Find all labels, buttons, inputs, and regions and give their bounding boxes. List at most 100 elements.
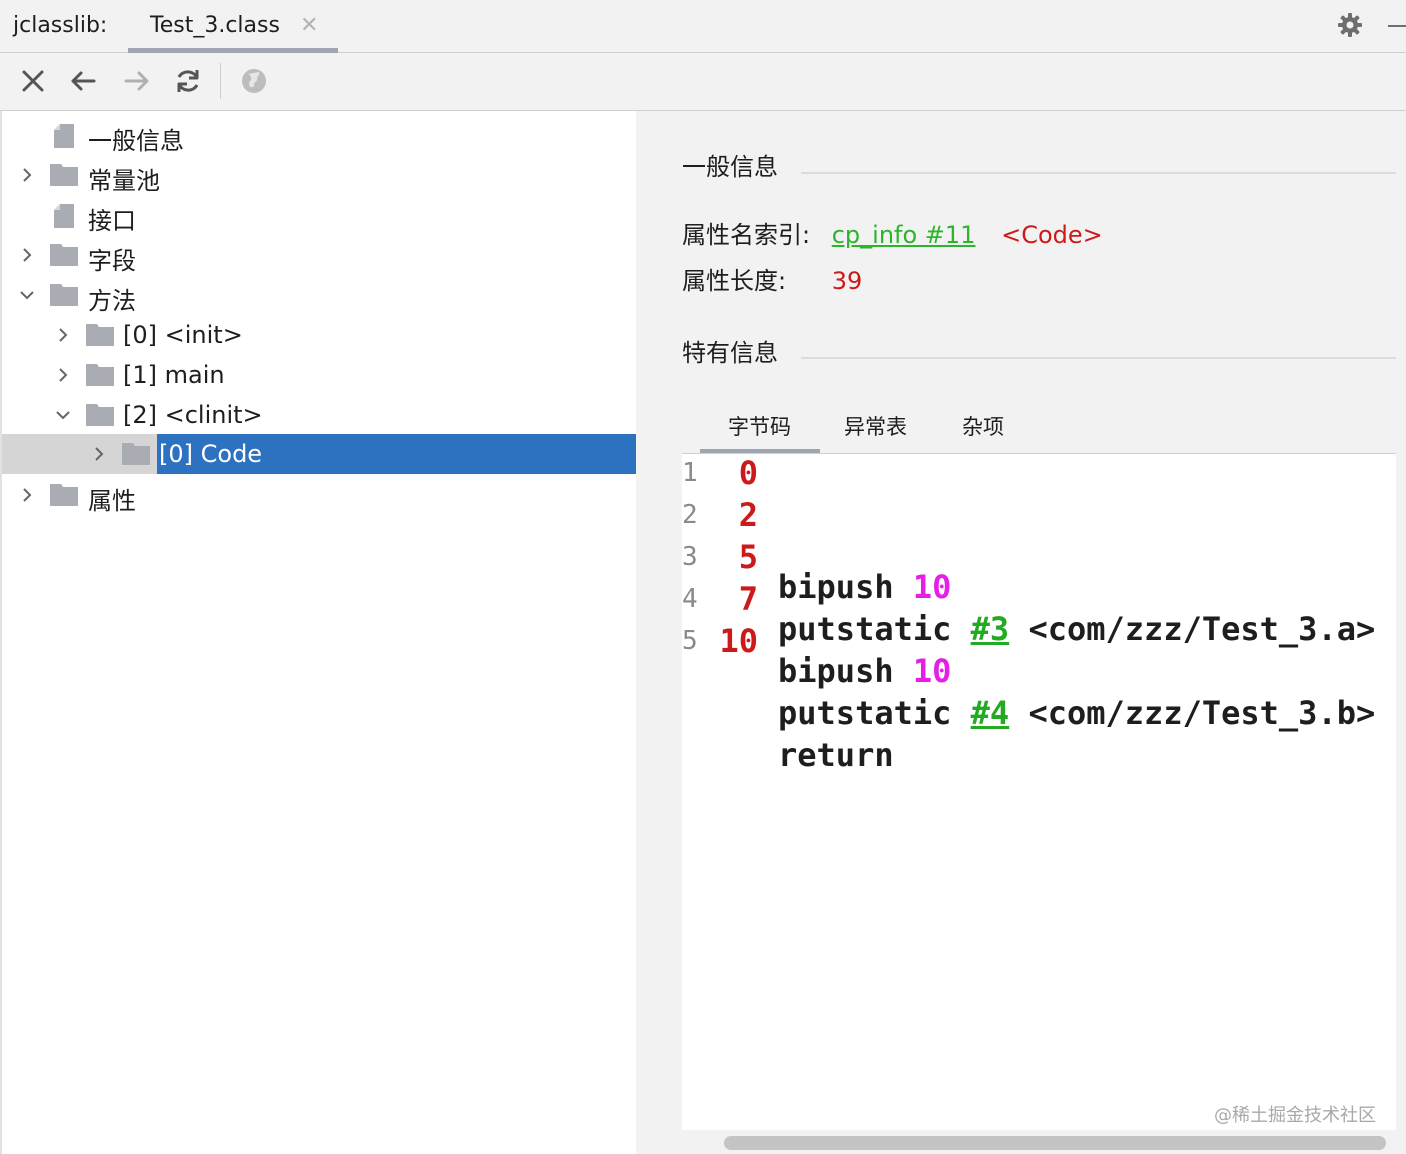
section-divider xyxy=(801,172,1396,174)
line-number: 1 xyxy=(682,458,698,488)
back-arrow-icon[interactable] xyxy=(68,66,98,96)
specific-info-title: 特有信息 xyxy=(682,339,778,367)
bytecode-instruction: return xyxy=(778,736,894,774)
selection-highlight: [0] Code xyxy=(157,434,638,474)
tree-item-label: 一般信息 xyxy=(88,127,184,155)
tree-item-label: [2] <clinit> xyxy=(123,401,263,429)
file-icon xyxy=(54,204,74,228)
offset-cell: 5 xyxy=(712,538,758,580)
bytecode-offset: 7 xyxy=(738,580,758,618)
chevron-right-icon[interactable] xyxy=(54,366,72,384)
tree-item-attributes[interactable]: 属性 xyxy=(2,475,638,515)
folder-icon xyxy=(50,164,78,186)
constant-pool-link[interactable]: #3 xyxy=(971,610,1010,648)
chevron-down-icon[interactable] xyxy=(54,406,72,424)
attr-length-value: 39 xyxy=(831,267,863,295)
tree-item-method-init[interactable]: [0] <init> xyxy=(2,315,638,355)
line-number: 4 xyxy=(682,584,698,614)
operand: 10 xyxy=(912,652,952,690)
bytecode-offset: 10 xyxy=(719,622,758,660)
bytecode-instruction: bipush 10 xyxy=(778,568,951,606)
attr-length-label: 属性长度: xyxy=(682,267,787,295)
toolbar-separator xyxy=(220,63,221,99)
gear-icon[interactable] xyxy=(1336,11,1364,39)
watermark: @稀土掘金技术社区 xyxy=(1214,1105,1376,1126)
tree-item-label: [1] main xyxy=(123,361,225,389)
bytecode-line: 2 2 putstatic #3 <com/zzz/Test_3.a> xyxy=(682,496,1375,648)
folder-icon xyxy=(86,324,114,346)
forward-arrow-icon[interactable] xyxy=(122,66,152,96)
folder-icon xyxy=(122,443,150,465)
tree-item-label: 字段 xyxy=(88,247,136,275)
general-info-title: 一般信息 xyxy=(682,153,778,181)
tree-item-constant-pool[interactable]: 常量池 xyxy=(2,155,638,195)
offset-cell: 0 xyxy=(712,454,758,496)
bytecode-offset: 2 xyxy=(738,496,758,534)
close-icon[interactable] xyxy=(18,66,48,96)
attr-name-row: 属性名索引: cp_info #11 <Code> xyxy=(682,215,1103,250)
tab-misc[interactable]: 杂项 xyxy=(962,411,1004,441)
attr-name-label: 属性名索引: xyxy=(682,221,811,249)
tab-bar: jclasslib: Test_3.class ✕ xyxy=(0,0,1406,53)
tab-bytecode[interactable]: 字节码 xyxy=(728,411,791,441)
chevron-down-icon[interactable] xyxy=(18,286,36,304)
bytecode-offset: 5 xyxy=(738,538,758,576)
horizontal-scrollbar[interactable] xyxy=(724,1136,1386,1150)
bytecode-offset: 0 xyxy=(738,454,758,492)
tree-item-label: [0] <init> xyxy=(123,321,243,349)
tree-item-fields[interactable]: 字段 xyxy=(2,235,638,275)
class-tree: 一般信息 常量池 接口 字段 方法 [0] <init> [1] main [2… xyxy=(0,111,638,1154)
bytecode-line: 5 10 return xyxy=(682,622,894,774)
file-icon xyxy=(54,124,74,148)
tree-item-method-clinit[interactable]: [2] <clinit> xyxy=(2,395,638,435)
tree-item-general-info[interactable]: 一般信息 xyxy=(2,115,638,155)
chevron-right-icon[interactable] xyxy=(90,445,108,463)
constant-pool-link[interactable]: #4 xyxy=(971,694,1010,732)
offset-cell: 2 xyxy=(712,496,758,538)
attr-length-row: 属性长度: 39 xyxy=(682,261,862,296)
tree-item-label: 方法 xyxy=(88,287,136,315)
bytecode-view[interactable]: 1 0 bipush 10 2 2 putstatic #3 <com/zzz/… xyxy=(682,453,1396,1130)
bytecode-line: 3 5 bipush 10 xyxy=(682,538,951,690)
bytecode-instruction: putstatic #3 <com/zzz/Test_3.a> xyxy=(778,610,1375,648)
folder-icon xyxy=(50,244,78,266)
section-divider xyxy=(801,357,1396,359)
tab-close-icon[interactable]: ✕ xyxy=(300,13,318,38)
offset-cell: 7 xyxy=(712,580,758,622)
tree-item-label: [0] Code xyxy=(159,440,263,468)
chevron-right-icon[interactable] xyxy=(18,246,36,264)
opcode: putstatic xyxy=(778,610,952,648)
bytecode-instruction: putstatic #4 <com/zzz/Test_3.b> xyxy=(778,694,1375,732)
folder-icon xyxy=(86,364,114,386)
minimize-icon[interactable] xyxy=(1388,25,1406,27)
chevron-right-icon[interactable] xyxy=(18,166,36,184)
tree-item-label: 常量池 xyxy=(88,167,160,195)
tree-item-code-attribute[interactable]: [0] Code xyxy=(2,434,638,474)
tab-test3-class[interactable]: Test_3.class ✕ xyxy=(128,0,338,53)
attr-name-value: <Code> xyxy=(1001,221,1103,249)
field-reference: <com/zzz/Test_3.a> xyxy=(1028,610,1376,648)
offset-cell: 10 xyxy=(712,622,758,664)
bytecode-instruction: bipush 10 xyxy=(778,652,951,690)
folder-icon xyxy=(50,484,78,506)
chevron-right-icon[interactable] xyxy=(54,326,72,344)
folder-icon xyxy=(86,404,114,426)
refresh-icon[interactable] xyxy=(173,66,203,96)
tree-item-interfaces[interactable]: 接口 xyxy=(2,195,638,235)
chevron-right-icon[interactable] xyxy=(18,486,36,504)
tab-exception-table[interactable]: 异常表 xyxy=(844,411,907,441)
line-number: 2 xyxy=(682,500,698,530)
tree-item-methods[interactable]: 方法 xyxy=(2,275,638,315)
tree-item-label: 接口 xyxy=(88,207,136,235)
line-number: 5 xyxy=(682,626,698,656)
field-reference: <com/zzz/Test_3.b> xyxy=(1028,694,1376,732)
globe-icon[interactable] xyxy=(239,66,269,96)
bytecode-line: 1 0 bipush 10 xyxy=(682,454,951,606)
tree-item-label: 属性 xyxy=(88,487,136,515)
opcode: putstatic xyxy=(778,694,952,732)
tab-label: Test_3.class xyxy=(150,13,280,38)
cp-info-link[interactable]: cp_info #11 xyxy=(832,221,976,249)
tree-item-method-main[interactable]: [1] main xyxy=(2,355,638,395)
detail-panel: 一般信息 属性名索引: cp_info #11 <Code> 属性长度: 39 … xyxy=(636,111,1406,1154)
line-number: 3 xyxy=(682,542,698,572)
